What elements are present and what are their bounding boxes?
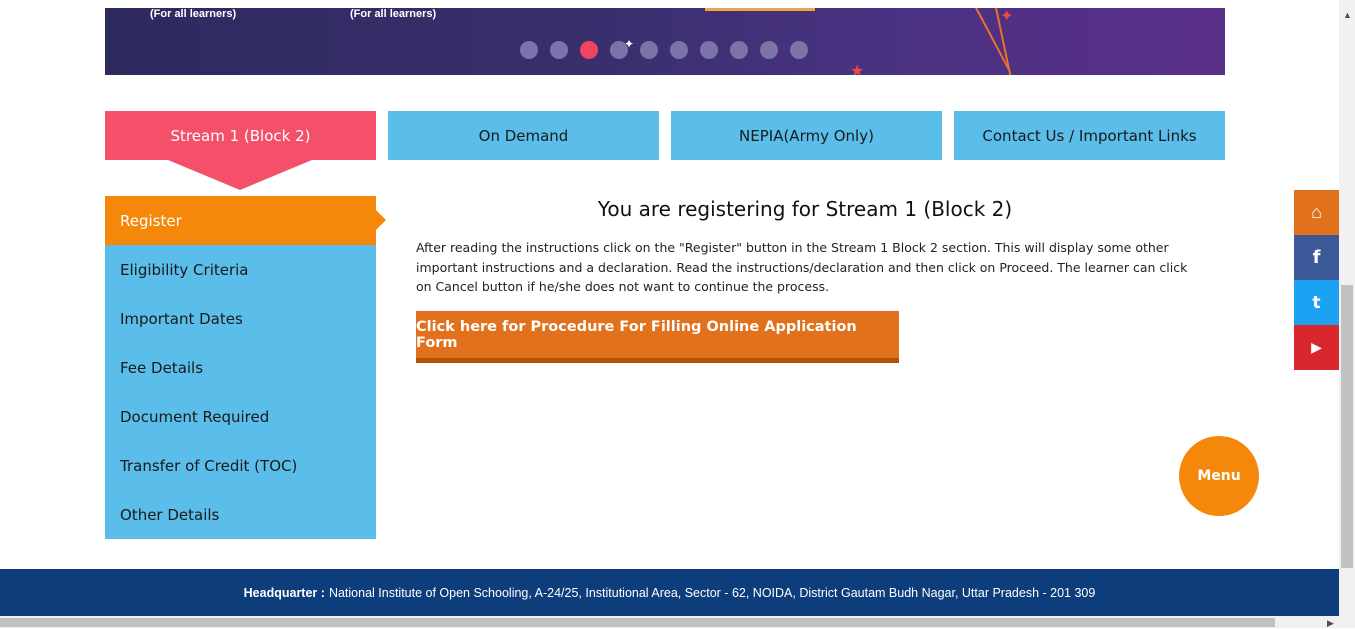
carousel-dot[interactable] — [520, 41, 538, 59]
sidebar-item-eligibility-criteria[interactable]: Eligibility Criteria — [105, 245, 376, 294]
active-tab-pointer — [168, 160, 312, 190]
carousel-dot[interactable] — [580, 41, 598, 59]
footer-label: Headquarter : — [243, 585, 325, 600]
tab-contact-us[interactable]: Contact Us / Important Links — [954, 111, 1225, 160]
menu-button[interactable]: Menu — [1179, 436, 1259, 516]
scroll-right-arrow-icon[interactable]: ▶ — [1327, 618, 1334, 629]
sidebar-item-transfer-of-credit[interactable]: Transfer of Credit (TOC) — [105, 441, 376, 490]
youtube-icon: ▶ — [1311, 339, 1322, 355]
twitter-icon: t — [1312, 292, 1321, 313]
carousel-dot[interactable] — [550, 41, 568, 59]
sidebar-item-document-required[interactable]: Document Required — [105, 392, 376, 441]
home-icon: ⌂ — [1311, 202, 1322, 222]
scroll-up-arrow-icon[interactable]: ▲ — [1343, 10, 1352, 20]
sidebar: Register Eligibility Criteria Important … — [105, 196, 376, 539]
horizontal-scrollbar-thumb[interactable] — [0, 618, 1275, 627]
tab-stream-1[interactable]: Stream 1 (Block 2) — [105, 111, 376, 160]
banner-caption: (For all learners) — [150, 8, 237, 20]
sidebar-item-important-dates[interactable]: Important Dates — [105, 294, 376, 343]
facebook-icon: f — [1312, 247, 1321, 268]
home-button[interactable]: ⌂ — [1294, 190, 1339, 235]
page-title: You are registering for Stream 1 (Block … — [597, 197, 1013, 221]
carousel-dot[interactable] — [610, 41, 628, 59]
banner-decoration — [705, 8, 815, 11]
footer-address: National Institute of Open Schooling, A-… — [328, 585, 1096, 600]
carousel-dot[interactable] — [640, 41, 658, 59]
youtube-button[interactable]: ▶ — [1294, 325, 1339, 370]
banner-caption: (For all learners) — [350, 8, 437, 20]
facebook-button[interactable]: f — [1294, 235, 1339, 280]
sidebar-item-fee-details[interactable]: Fee Details — [105, 343, 376, 392]
star-icon: ★ — [850, 63, 865, 75]
active-item-pointer — [376, 210, 386, 230]
carousel-dot[interactable] — [790, 41, 808, 59]
twitter-button[interactable]: t — [1294, 280, 1339, 325]
tab-nepia[interactable]: NEPIA(Army Only) — [671, 111, 942, 160]
instructions-text: After reading the instructions click on … — [416, 240, 1188, 294]
carousel-dot[interactable] — [730, 41, 748, 59]
sidebar-item-register[interactable]: Register — [105, 196, 376, 245]
banner-carousel: (For all learners) (For all learners) ✦ … — [105, 8, 1225, 75]
carousel-dot[interactable] — [670, 41, 688, 59]
star-icon: ✦ — [1000, 8, 1014, 25]
procedure-button[interactable]: Click here for Procedure For Filling Onl… — [416, 311, 899, 363]
footer: Headquarter : National Institute of Open… — [0, 569, 1339, 616]
vertical-scrollbar-thumb[interactable] — [1341, 285, 1353, 568]
sidebar-item-other-details[interactable]: Other Details — [105, 490, 376, 539]
carousel-dot[interactable] — [760, 41, 778, 59]
carousel-dot[interactable] — [700, 41, 718, 59]
tab-on-demand[interactable]: On Demand — [388, 111, 659, 160]
